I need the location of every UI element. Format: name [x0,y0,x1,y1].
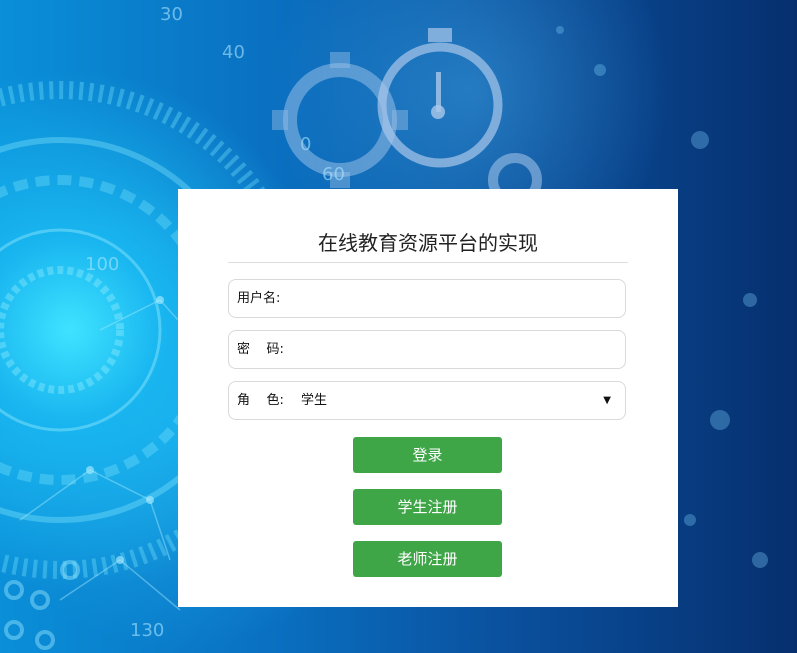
role-selected-value: 学生 [301,393,328,408]
role-label: 角 色: [237,393,284,408]
password-label: 密 码: [237,342,284,357]
username-input[interactable] [299,286,613,314]
title-divider [228,262,628,263]
dropdown-arrow-icon[interactable]: ▼ [603,395,611,406]
decor-number-6: 130 [130,620,164,641]
decor-number-5: 100 [85,254,119,275]
username-label: 用户名: [237,291,281,306]
teacher-register-button[interactable]: 老师注册 [353,541,502,577]
decor-number-2: 40 [222,42,245,63]
password-input[interactable] [299,337,613,365]
password-field[interactable]: 密 码: [228,330,626,369]
username-field[interactable]: 用户名: [228,279,626,318]
login-button[interactable]: 登录 [353,437,502,473]
student-register-button[interactable]: 学生注册 [353,489,502,525]
decor-number-1: 30 [160,4,183,25]
role-select[interactable]: 角 色: 学生 ▼ [228,381,626,420]
decor-number-4: 60 [322,164,345,185]
login-panel: 在线教育资源平台的实现 用户名: 密 码: 角 色: 学生 ▼ 登录 学生注册 … [178,189,678,607]
decor-number-3: 0 [300,134,311,155]
page-title: 在线教育资源平台的实现 [318,231,538,255]
